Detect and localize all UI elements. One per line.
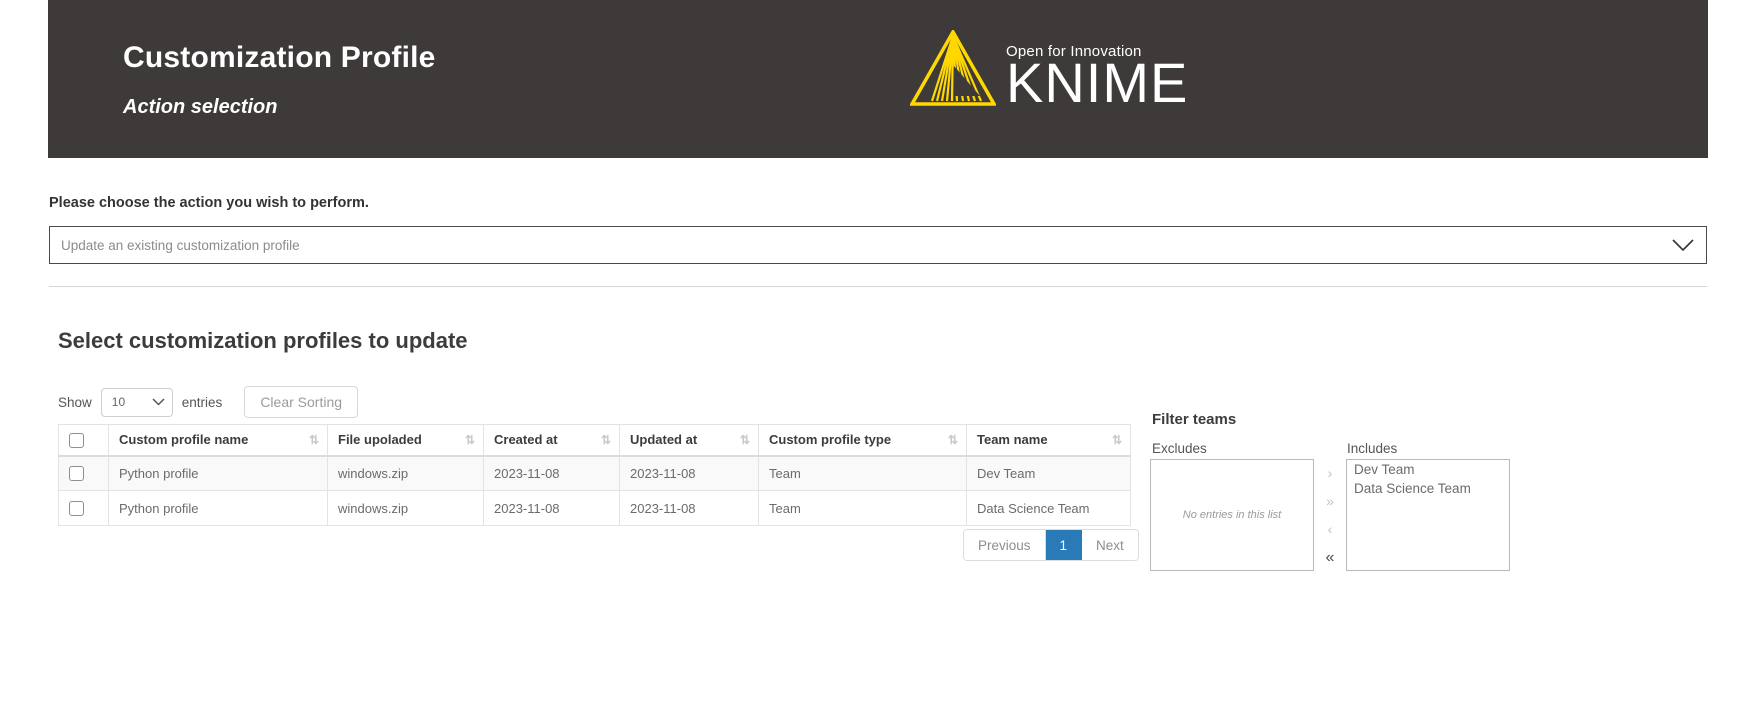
cell-team-name: Data Science Team xyxy=(966,490,1131,526)
column-header-custom-profile-name[interactable]: Custom profile name ⇅ xyxy=(108,424,328,457)
cell-custom-profile-name: Python profile xyxy=(108,490,328,526)
column-header-custom-profile-type[interactable]: Custom profile type ⇅ xyxy=(758,424,967,457)
column-header-updated-at[interactable]: Updated at ⇅ xyxy=(619,424,759,457)
cell-custom-profile-type: Team xyxy=(758,455,967,491)
list-item[interactable]: Data Science Team xyxy=(1347,479,1509,498)
page-title: Customization Profile xyxy=(123,40,436,74)
cell-file-uploaded: windows.zip xyxy=(327,490,484,526)
pagination-next-button[interactable]: Next xyxy=(1082,530,1138,560)
sort-icon[interactable]: ⇅ xyxy=(1112,434,1122,446)
table-row[interactable]: Python profile windows.zip 2023-11-08 20… xyxy=(58,455,1131,491)
profiles-table: Custom profile name ⇅ File upoladed ⇅ Cr… xyxy=(58,424,1131,526)
column-label: File upoladed xyxy=(338,432,422,448)
includes-list[interactable]: Dev Team Data Science Team xyxy=(1346,459,1510,571)
show-label: Show xyxy=(58,394,92,410)
excludes-list[interactable]: No entries in this list xyxy=(1150,459,1314,571)
excludes-empty-message: No entries in this list xyxy=(1182,509,1282,521)
section-title: Select customization profiles to update xyxy=(58,328,468,353)
table-controls: Show 10 entries Clear Sorting xyxy=(58,386,359,418)
select-all-header[interactable] xyxy=(58,424,109,457)
knime-triangle-icon xyxy=(910,30,996,106)
pagination-page-1-button[interactable]: 1 xyxy=(1045,530,1083,560)
cell-file-uploaded: windows.zip xyxy=(327,455,484,491)
cell-updated-at: 2023-11-08 xyxy=(619,455,759,491)
page-subtitle: Action selection xyxy=(123,95,278,118)
action-select[interactable]: Update an existing customization profile xyxy=(49,226,1707,264)
move-left-icon[interactable]: ‹ xyxy=(1328,522,1333,536)
filter-teams-title: Filter teams xyxy=(1152,411,1237,428)
profiles-table-wrap: Custom profile name ⇅ File upoladed ⇅ Cr… xyxy=(58,424,1131,526)
row-checkbox[interactable] xyxy=(69,466,84,482)
clear-sorting-button[interactable]: Clear Sorting xyxy=(244,386,359,418)
row-checkbox[interactable] xyxy=(69,501,84,517)
column-label: Custom profile type xyxy=(769,432,892,448)
action-question-label: Please choose the action you wish to per… xyxy=(49,195,369,211)
chevron-down-icon xyxy=(152,398,165,406)
column-header-file-uploaded[interactable]: File upoladed ⇅ xyxy=(327,424,484,457)
column-label: Created at xyxy=(494,432,558,448)
pagination-previous-button[interactable]: Previous xyxy=(964,530,1046,560)
header-titles: Customization Profile Action selection xyxy=(123,41,436,118)
table-row[interactable]: Python profile windows.zip 2023-11-08 20… xyxy=(58,490,1131,526)
page-length-value: 10 xyxy=(111,395,126,409)
sort-icon[interactable]: ⇅ xyxy=(740,434,750,446)
chevron-down-icon xyxy=(1660,238,1706,252)
move-all-left-icon[interactable]: « xyxy=(1326,550,1335,566)
move-right-icon[interactable]: › xyxy=(1328,466,1333,480)
row-select-cell[interactable] xyxy=(58,490,109,526)
entries-label: entries xyxy=(181,394,223,410)
list-item[interactable]: Dev Team xyxy=(1347,460,1509,479)
pagination: Previous 1 Next xyxy=(963,529,1139,561)
includes-label: Includes xyxy=(1347,441,1398,456)
transfer-buttons: › » ‹ « xyxy=(1318,466,1342,566)
excludes-label: Excludes xyxy=(1152,441,1207,456)
knime-wordmark: Open for Innovation KNIME xyxy=(1006,44,1189,115)
move-all-right-icon[interactable]: » xyxy=(1326,494,1334,508)
action-select-value: Update an existing customization profile xyxy=(61,237,300,253)
cell-custom-profile-name: Python profile xyxy=(108,455,328,491)
section-divider xyxy=(49,286,1707,287)
cell-created-at: 2023-11-08 xyxy=(483,490,620,526)
select-all-checkbox[interactable] xyxy=(69,432,84,448)
logo-word: KNIME xyxy=(1006,51,1189,115)
page-root: Customization Profile Action selection O… xyxy=(0,0,1756,705)
sort-icon[interactable]: ⇅ xyxy=(309,434,319,446)
header-banner: Customization Profile Action selection O… xyxy=(48,0,1708,158)
column-header-team-name[interactable]: Team name ⇅ xyxy=(966,424,1131,457)
column-header-created-at[interactable]: Created at ⇅ xyxy=(483,424,620,457)
cell-team-name: Dev Team xyxy=(966,455,1131,491)
knime-logo: Open for Innovation KNIME xyxy=(910,30,1189,115)
sort-icon[interactable]: ⇅ xyxy=(948,434,958,446)
cell-custom-profile-type: Team xyxy=(758,490,967,526)
row-select-cell[interactable] xyxy=(58,455,109,491)
column-label: Updated at xyxy=(630,432,698,448)
cell-created-at: 2023-11-08 xyxy=(483,455,620,491)
page-length-select[interactable]: 10 xyxy=(100,387,173,417)
table-header-row: Custom profile name ⇅ File upoladed ⇅ Cr… xyxy=(58,424,1131,457)
sort-icon[interactable]: ⇅ xyxy=(601,434,611,446)
column-label: Team name xyxy=(977,432,1048,448)
sort-icon[interactable]: ⇅ xyxy=(465,434,475,446)
cell-updated-at: 2023-11-08 xyxy=(619,490,759,526)
column-label: Custom profile name xyxy=(119,432,249,448)
